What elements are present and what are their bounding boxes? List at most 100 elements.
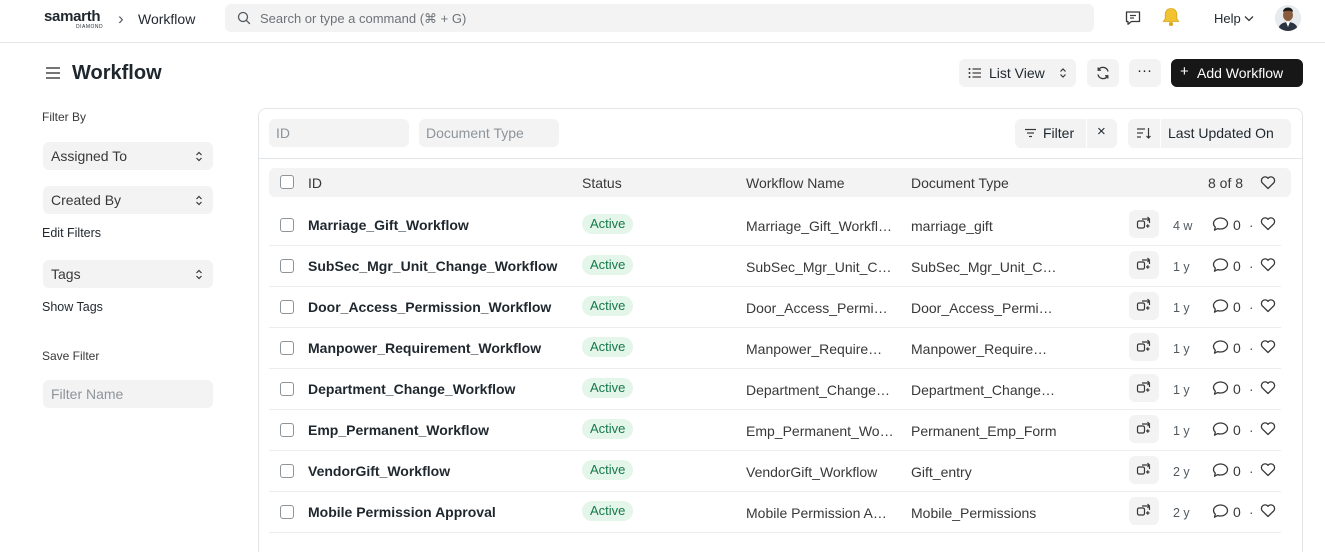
select-arrows-icon <box>196 269 202 280</box>
row-modified-ago: 1 y <box>1173 342 1190 356</box>
row-id-link[interactable]: Emp_Permanent_Workflow <box>308 422 489 438</box>
table-row[interactable]: VendorGift_Workflow Active VendorGift_Wo… <box>269 451 1281 492</box>
comment-icon[interactable] <box>1212 380 1229 396</box>
breadcrumb-workflow[interactable]: Workflow <box>138 11 195 27</box>
clear-filters-button[interactable]: × <box>1087 119 1117 148</box>
row-id-link[interactable]: Department_Change_Workflow <box>308 381 515 397</box>
filter-icon <box>1025 128 1036 138</box>
comment-icon[interactable] <box>1212 257 1229 273</box>
heart-icon[interactable] <box>1260 503 1276 518</box>
comment-icon[interactable] <box>1212 339 1229 355</box>
meta-separator: · <box>1249 463 1254 479</box>
heart-icon[interactable] <box>1260 257 1276 272</box>
comment-icon[interactable] <box>1212 216 1229 232</box>
filter-label: Filter <box>1043 125 1075 141</box>
share-button[interactable] <box>1129 333 1159 361</box>
table-row[interactable]: Mobile Permission Approval Active Mobile… <box>269 492 1281 533</box>
sidebar-toggle-icon[interactable] <box>44 64 62 82</box>
share-button[interactable] <box>1129 456 1159 484</box>
row-workflow-name: VendorGift_Workflow <box>746 464 878 480</box>
document-type-filter-input[interactable] <box>419 119 559 147</box>
save-filter-label: Save Filter <box>42 349 100 363</box>
table-row[interactable]: Manpower_Requirement_Workflow Active Man… <box>269 328 1281 369</box>
heart-icon[interactable] <box>1260 216 1276 231</box>
created-by-select[interactable]: Created By <box>43 186 213 214</box>
row-checkbox[interactable] <box>280 464 294 478</box>
search-input[interactable] <box>260 4 1080 32</box>
share-button[interactable] <box>1129 374 1159 402</box>
tags-select[interactable]: Tags <box>43 260 213 288</box>
share-button[interactable] <box>1129 251 1159 279</box>
filter-button[interactable]: Filter <box>1015 119 1086 148</box>
row-id-link[interactable]: Door_Access_Permission_Workflow <box>308 299 551 315</box>
table-row[interactable]: Department_Change_Workflow Active Depart… <box>269 369 1281 410</box>
heart-icon[interactable] <box>1260 339 1276 354</box>
refresh-button[interactable] <box>1087 59 1119 87</box>
row-checkbox[interactable] <box>280 341 294 355</box>
share-button[interactable] <box>1129 415 1159 443</box>
share-button[interactable] <box>1129 292 1159 320</box>
heart-icon[interactable] <box>1260 462 1276 477</box>
heart-icon[interactable] <box>1260 380 1276 395</box>
row-document-type: SubSec_Mgr_Unit_C… <box>911 259 1057 275</box>
share-button[interactable] <box>1129 210 1159 238</box>
list-view-label: List View <box>989 65 1045 81</box>
help-menu[interactable]: Help <box>1214 11 1241 26</box>
status-badge: Active <box>582 460 634 480</box>
select-arrows-icon <box>196 195 202 206</box>
id-filter-input[interactable] <box>269 119 409 147</box>
table-row[interactable]: Emp_Permanent_Workflow Active Emp_Perman… <box>269 410 1281 451</box>
row-checkbox[interactable] <box>280 423 294 437</box>
row-modified-ago: 1 y <box>1173 424 1190 438</box>
comment-icon[interactable] <box>1212 298 1229 314</box>
bell-icon[interactable] <box>1160 6 1182 28</box>
row-id-link[interactable]: SubSec_Mgr_Unit_Change_Workflow <box>308 258 557 274</box>
list-view-button[interactable]: List View <box>959 59 1076 87</box>
comment-count: 0 <box>1233 217 1241 233</box>
comment-icon[interactable] <box>1212 503 1229 519</box>
row-checkbox[interactable] <box>280 218 294 232</box>
share-icon <box>1136 503 1151 516</box>
select-all-checkbox[interactable] <box>280 175 294 189</box>
app-logo[interactable]: samarth DIAMOND <box>44 8 108 30</box>
row-workflow-name: Marriage_Gift_Workfl… <box>746 218 893 234</box>
row-id-link[interactable]: VendorGift_Workflow <box>308 463 450 479</box>
sort-by-label: Last Updated On <box>1168 125 1274 141</box>
share-button[interactable] <box>1129 497 1159 525</box>
row-id-link[interactable]: Manpower_Requirement_Workflow <box>308 340 541 356</box>
add-workflow-button[interactable]: + Add Workflow <box>1171 59 1303 87</box>
header-status: Status <box>582 175 622 191</box>
row-checkbox[interactable] <box>280 259 294 273</box>
table-row[interactable]: SubSec_Mgr_Unit_Change_Workflow Active S… <box>269 246 1281 287</box>
comment-count: 0 <box>1233 340 1241 356</box>
row-document-type: Manpower_Require… <box>911 341 1048 357</box>
heart-icon[interactable] <box>1260 421 1276 436</box>
sort-by-button[interactable]: Last Updated On <box>1161 119 1291 148</box>
avatar-image <box>1275 5 1301 31</box>
table-row[interactable]: Marriage_Gift_Workflow Active Marriage_G… <box>269 205 1281 246</box>
more-actions-button[interactable]: ··· <box>1129 59 1161 87</box>
table-row[interactable]: Door_Access_Permission_Workflow Active D… <box>269 287 1281 328</box>
filter-name-input[interactable] <box>43 380 213 408</box>
row-checkbox[interactable] <box>280 300 294 314</box>
row-id-link[interactable]: Mobile Permission Approval <box>308 504 496 520</box>
header-workflow-name: Workflow Name <box>746 175 845 191</box>
row-checkbox[interactable] <box>280 382 294 396</box>
edit-filters-link[interactable]: Edit Filters <box>42 226 101 240</box>
search-bar[interactable] <box>225 4 1094 32</box>
meta-separator: · <box>1249 299 1254 315</box>
chevron-down-icon <box>1244 16 1254 22</box>
sort-direction-button[interactable] <box>1128 119 1160 148</box>
comment-icon[interactable] <box>1212 462 1229 478</box>
assigned-to-select[interactable]: Assigned To <box>43 142 213 170</box>
heart-icon[interactable] <box>1260 175 1276 190</box>
row-checkbox[interactable] <box>280 505 294 519</box>
chat-icon[interactable] <box>1124 9 1142 27</box>
heart-icon[interactable] <box>1260 298 1276 313</box>
add-workflow-label: Add Workflow <box>1197 65 1284 81</box>
comment-icon[interactable] <box>1212 421 1229 437</box>
show-tags-link[interactable]: Show Tags <box>42 300 103 314</box>
user-avatar[interactable] <box>1275 5 1301 31</box>
row-id-link[interactable]: Marriage_Gift_Workflow <box>308 217 469 233</box>
logo-text: samarth <box>44 8 101 25</box>
